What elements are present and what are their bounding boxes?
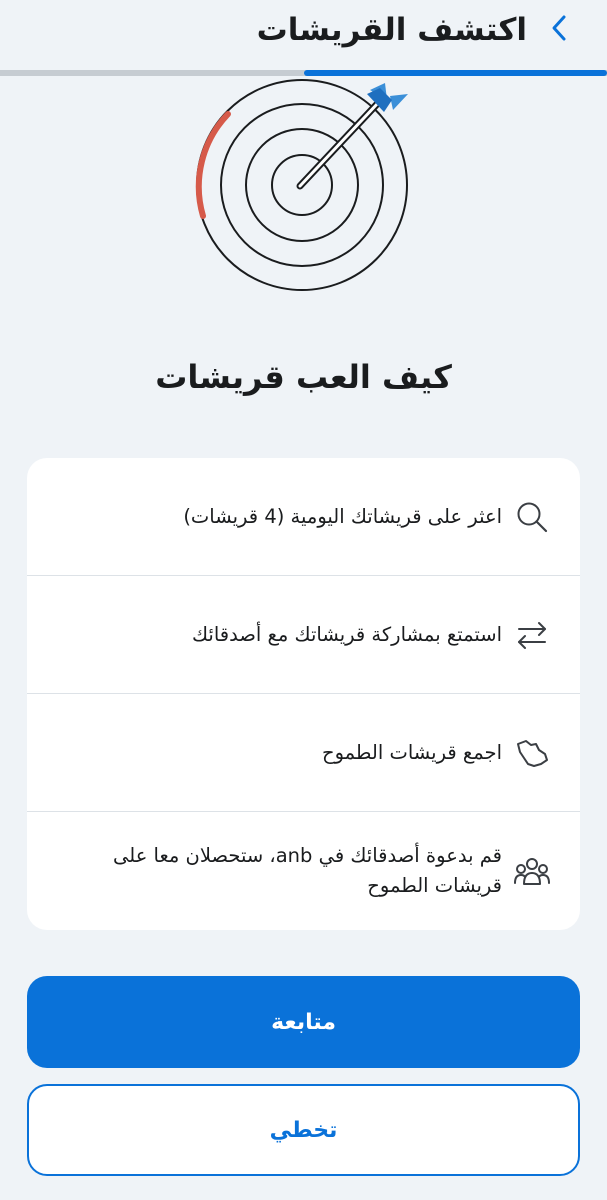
page-title: اكتشف القريشات xyxy=(256,12,527,48)
section-title: كيف العب قريشات xyxy=(155,358,452,396)
header: اكتشف القريشات xyxy=(0,0,607,70)
chevron-right-icon xyxy=(552,15,566,41)
list-item: اعثر على قريشاتك اليومية (4 قريشات) xyxy=(27,458,580,576)
skip-button[interactable]: تخطي xyxy=(27,1084,580,1176)
target-dart-icon xyxy=(195,79,408,291)
search-icon xyxy=(512,497,552,537)
progress-bar-fill xyxy=(303,70,607,76)
saudi-map-icon xyxy=(512,733,552,773)
continue-button[interactable]: متابعة xyxy=(27,976,580,1068)
list-item: قم بدعوة أصدقائك في anb، ستحصلان معا على… xyxy=(27,812,580,929)
people-group-icon xyxy=(512,851,552,891)
step-text: استمتع بمشاركة قريشاتك مع أصدقائك xyxy=(191,622,502,646)
back-button[interactable] xyxy=(540,8,580,48)
step-text: اجمع قريشات الطموح xyxy=(321,740,502,764)
steps-card: اعثر على قريشاتك اليومية (4 قريشات) استم… xyxy=(27,458,580,930)
swap-arrows-icon xyxy=(512,615,552,655)
progress-bar xyxy=(0,70,607,76)
list-item: اجمع قريشات الطموح xyxy=(27,694,580,812)
step-text: قم بدعوة أصدقائك في anb، ستحصلان معا على… xyxy=(113,843,502,897)
list-item: استمتع بمشاركة قريشاتك مع أصدقائك xyxy=(27,576,580,694)
step-text: اعثر على قريشاتك اليومية (4 قريشات) xyxy=(183,504,502,528)
